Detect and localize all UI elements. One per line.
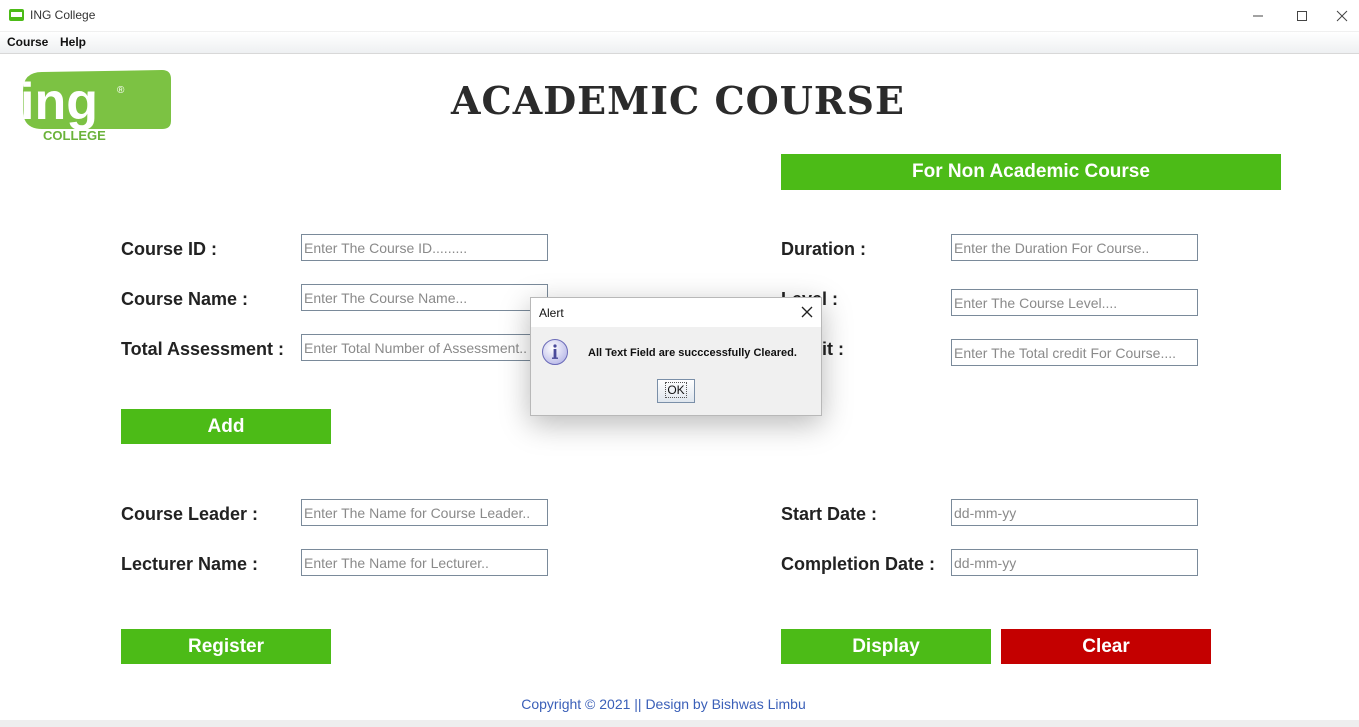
maximize-icon — [1297, 10, 1307, 21]
dialog-close-icon[interactable] — [799, 304, 815, 320]
total-assessment-field[interactable]: Enter Total Number of Assessment.. — [301, 334, 548, 361]
course-leader-label: Course Leader : — [121, 504, 259, 524]
duration-label: Duration : — [781, 239, 866, 259]
dialog-ok-label: OK — [665, 382, 687, 398]
add-button[interactable]: Add — [121, 409, 331, 444]
course-name-label: Course Name : — [121, 289, 249, 309]
close-icon — [1336, 10, 1347, 21]
footer-copyright: Copyright © 2021 || Design by Bishwas Li… — [521, 696, 806, 712]
course-leader-field[interactable]: Enter The Name for Course Leader.. — [301, 499, 548, 526]
start-date-label: Start Date : — [781, 504, 878, 524]
dialog-title-bar: Alert — [531, 298, 821, 327]
window-title: ING College — [30, 8, 96, 22]
alert-dialog: Alert All Text Field are succcessfully C… — [530, 297, 822, 416]
completion-date-label: Completion Date : — [781, 554, 936, 574]
register-button[interactable]: Register — [121, 629, 331, 664]
close-button[interactable] — [1324, 0, 1359, 31]
logo-sub-text: COLLEGE — [43, 128, 106, 143]
bottom-border — [0, 720, 1359, 727]
total-assessment-label: Total Assessment : — [121, 339, 285, 359]
logo-graphic: ing ® COLLEGE — [20, 70, 171, 143]
menu-help[interactable]: Help — [60, 35, 86, 49]
app-icon — [9, 9, 24, 21]
page-title: ACADEMIC COURSE — [451, 78, 905, 123]
dialog-ok-button[interactable]: OK — [657, 379, 695, 403]
minimize-icon — [1253, 15, 1263, 16]
start-date-field[interactable]: dd-mm-yy — [951, 499, 1198, 526]
clear-button[interactable]: Clear — [1001, 629, 1211, 664]
maximize-button[interactable] — [1279, 0, 1325, 31]
minimize-button[interactable] — [1235, 0, 1281, 31]
menu-bar: Course Help — [0, 32, 1359, 54]
logo-registered-mark: ® — [117, 85, 125, 96]
non-academic-course-button[interactable]: For Non Academic Course — [781, 154, 1281, 190]
completion-date-field[interactable]: dd-mm-yy — [951, 549, 1198, 576]
level-field[interactable]: Enter The Course Level.... — [951, 289, 1198, 316]
display-button[interactable]: Display — [781, 629, 991, 664]
lecturer-name-field[interactable]: Enter The Name for Lecturer.. — [301, 549, 548, 576]
info-icon — [542, 339, 568, 365]
course-name-field[interactable]: Enter The Course Name... — [301, 284, 548, 311]
college-logo: ing ® COLLEGE — [20, 69, 172, 148]
dialog-message: All Text Field are succcessfully Cleared… — [588, 347, 797, 359]
course-id-field[interactable]: Enter The Course ID......... — [301, 234, 548, 261]
logo-main-text: ing — [20, 73, 98, 131]
course-id-label: Course ID : — [121, 239, 218, 259]
dialog-title: Alert — [539, 306, 564, 320]
credit-field[interactable]: Enter The Total credit For Course.... — [951, 339, 1198, 366]
duration-field[interactable]: Enter the Duration For Course.. — [951, 234, 1198, 261]
lecturer-name-label: Lecturer Name : — [121, 554, 259, 574]
menu-course[interactable]: Course — [7, 35, 48, 49]
title-bar: ING College — [0, 0, 1359, 32]
